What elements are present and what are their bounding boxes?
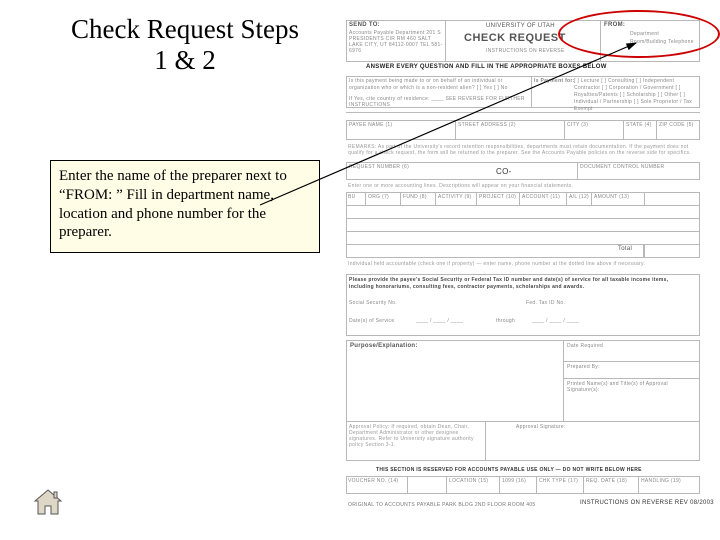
ap-bar: THIS SECTION IS RESERVED FOR ACCOUNTS PA…	[376, 467, 642, 473]
col-bu: BU	[348, 194, 356, 200]
payee-name: PAYEE NAME (1)	[349, 122, 392, 128]
apc-hand: HANDLING (19)	[641, 478, 681, 484]
reqnum: REQUEST NUMBER (6)	[349, 164, 409, 170]
payee-addr: STREET ADDRESS (2)	[458, 122, 516, 128]
apc-vch: VOUCHER NO. (14)	[348, 478, 398, 484]
org-name: UNIVERSITY OF UTAH	[486, 23, 555, 29]
send-to-lines: Accounts Payable Department 201 S PRESID…	[349, 30, 443, 54]
col-amt: AMOUNT (13)	[594, 194, 629, 200]
col-org: ORG (7)	[368, 194, 389, 200]
property-note: Individual held accountable (check one i…	[348, 261, 698, 267]
apc-rdate: REQ. DATE (18)	[586, 478, 627, 484]
payee-state: STATE (4)	[626, 122, 652, 128]
answer-bar: ANSWER EVERY QUESTION AND FILL IN THE AP…	[366, 64, 607, 70]
docctrl: DOCUMENT CONTROL NUMBER	[580, 164, 664, 170]
co-value: CO-	[496, 167, 512, 176]
footer-right: INSTRUCTIONS ON REVERSE REV 08/2003	[580, 500, 714, 506]
q1: Is this payment being made to or on beha…	[349, 78, 529, 91]
dates-label: Date(s) of Service	[349, 318, 394, 324]
prepared-by: Prepared By:	[567, 364, 600, 370]
purpose-label: Purpose/Explanation:	[350, 343, 418, 349]
col-project: PROJECT (10)	[479, 194, 516, 200]
ssn-label: Social Security No.	[349, 300, 397, 306]
col-activity: ACTIVITY (9)	[438, 194, 472, 200]
from-lines: Department Room/Building Telephone	[630, 31, 696, 46]
tax-block: Please provide the payee's Social Securi…	[349, 277, 695, 290]
remarks: REMARKS: As part of the University's rec…	[348, 144, 698, 156]
approval-sig: Approval Signature:	[516, 424, 566, 430]
payfor-label: Is Payment for:	[534, 78, 575, 84]
form-subtitle: INSTRUCTIONS ON REVERSE	[486, 48, 565, 54]
dates-mid: through	[496, 318, 515, 324]
slide-title: Check Request Steps 1 & 2	[70, 14, 300, 76]
from-label: FROM:	[604, 22, 625, 28]
fedtax-label: Fed. Tax ID No.	[526, 300, 565, 306]
col-fund: FUND (8)	[403, 194, 427, 200]
slide: Check Request Steps 1 & 2 Enter the name…	[0, 0, 720, 540]
home-icon[interactable]	[32, 486, 64, 518]
col-aa: A/L (12)	[569, 194, 589, 200]
printed-names: Printed Name(s) and Title(s) of Approval…	[567, 381, 695, 393]
payee-city: CITY (3)	[567, 122, 588, 128]
apc-loc: LOCATION (15)	[449, 478, 488, 484]
acct-note: Enter one or more accounting lines. Desc…	[348, 183, 698, 189]
col-acct: ACCOUNT (11)	[522, 194, 560, 200]
apc-ctype: CHK TYPE (17)	[539, 478, 578, 484]
instruction-text: Enter the name of the preparer next to “…	[59, 168, 287, 240]
instruction-box: Enter the name of the preparer next to “…	[50, 160, 320, 253]
date-required: Date Required	[567, 343, 603, 349]
form-image: SEND TO: Accounts Payable Department 201…	[346, 20, 700, 500]
apc-1099: 1099 (16)	[502, 478, 526, 484]
q1-sub: If Yes, cite country of residence: ____ …	[349, 96, 529, 108]
approval-policy: Approval Policy: If required, obtain Dea…	[349, 424, 481, 448]
form-title: CHECK REQUEST	[464, 32, 566, 44]
total-label: Total	[618, 246, 632, 252]
send-to-label: SEND TO:	[349, 22, 380, 28]
footer-left: ORIGINAL TO ACCOUNTS PAYABLE PARK BLDG 2…	[348, 502, 536, 508]
payfor-opts: [ ] Lecture [ ] Consulting [ ] Independe…	[574, 78, 698, 113]
payee-zip: ZIP CODE (5)	[659, 122, 694, 128]
